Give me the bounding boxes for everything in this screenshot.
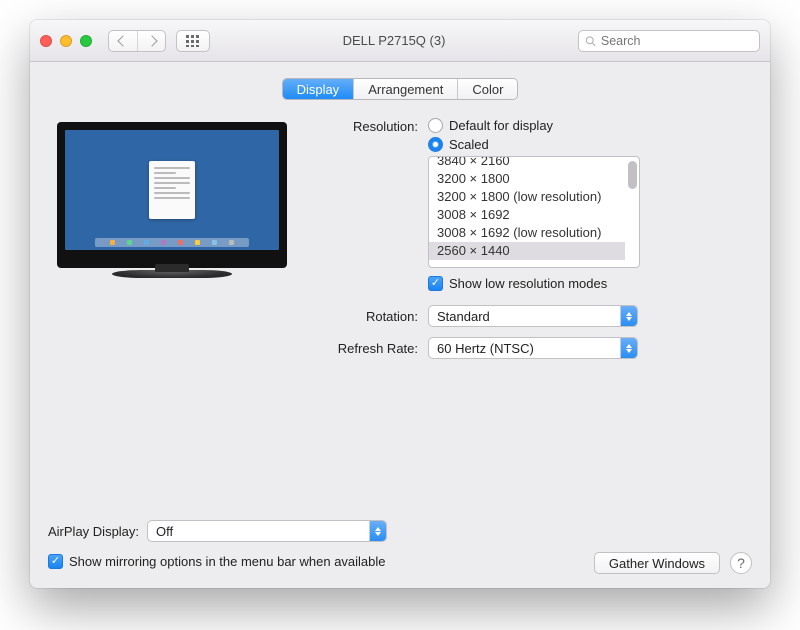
close-icon[interactable] [40, 35, 52, 47]
checkbox-icon: ✓ [428, 276, 443, 291]
zoom-icon[interactable] [80, 35, 92, 47]
back-button[interactable] [109, 31, 137, 51]
resolution-label: Resolution: [324, 118, 428, 134]
search-icon [585, 35, 596, 47]
minimize-icon[interactable] [60, 35, 72, 47]
resolution-option[interactable]: 3200 × 1800 (low resolution) [429, 188, 625, 206]
resolution-option[interactable]: 3840 × 2160 [429, 156, 625, 170]
nav-buttons [108, 30, 166, 52]
resolution-default-radio[interactable]: Default for display [428, 118, 752, 133]
dock-icon [95, 238, 249, 247]
stepper-icon [369, 521, 386, 541]
stepper-icon [620, 338, 637, 358]
window-title: DELL P2715Q (3) [220, 33, 568, 48]
checkbox-label: Show mirroring options in the menu bar w… [69, 554, 386, 569]
radio-icon [428, 118, 443, 133]
document-icon [149, 161, 195, 219]
rotation-select[interactable]: Standard [428, 305, 638, 327]
checkbox-label: Show low resolution modes [449, 276, 607, 291]
airplay-select[interactable]: Off [147, 520, 387, 542]
stepper-icon [620, 306, 637, 326]
select-value: Off [156, 524, 173, 539]
radio-icon [428, 137, 443, 152]
radio-label: Default for display [449, 118, 553, 133]
tab-arrangement[interactable]: Arrangement [353, 79, 457, 99]
resolution-scaled-radio[interactable]: Scaled [428, 137, 752, 152]
resolution-option[interactable]: 3200 × 1800 [429, 170, 625, 188]
refresh-rate-label: Refresh Rate: [324, 340, 428, 356]
checkbox-icon: ✓ [48, 554, 63, 569]
search-field[interactable] [578, 30, 760, 52]
rotation-label: Rotation: [324, 308, 428, 324]
titlebar: DELL P2715Q (3) [30, 20, 770, 62]
help-button[interactable]: ? [730, 552, 752, 574]
scrollbar[interactable] [628, 161, 637, 263]
tab-display[interactable]: Display [283, 79, 354, 99]
tab-bar: Display Arrangement Color [48, 78, 752, 100]
resolution-option[interactable]: 2560 × 1440 [429, 242, 625, 260]
radio-label: Scaled [449, 137, 489, 152]
select-value: Standard [437, 309, 490, 324]
grid-icon [186, 35, 200, 47]
window-controls [40, 35, 92, 47]
resolution-option[interactable]: 3008 × 1692 [429, 206, 625, 224]
mirroring-checkbox[interactable]: ✓ Show mirroring options in the menu bar… [48, 554, 386, 569]
show-all-button[interactable] [176, 30, 210, 52]
select-value: 60 Hertz (NTSC) [437, 341, 534, 356]
resolution-listbox[interactable]: 3840 × 21603200 × 18003200 × 1800 (low r… [428, 156, 640, 268]
search-input[interactable] [601, 34, 753, 48]
resolution-option[interactable]: 3008 × 1692 (low resolution) [429, 224, 625, 242]
show-low-res-checkbox[interactable]: ✓ Show low resolution modes [428, 276, 752, 291]
gather-windows-button[interactable]: Gather Windows [594, 552, 720, 574]
preferences-window: DELL P2715Q (3) Display Arrangement Colo… [30, 20, 770, 588]
refresh-rate-select[interactable]: 60 Hertz (NTSC) [428, 337, 638, 359]
forward-button[interactable] [137, 31, 165, 51]
monitor-preview [57, 122, 287, 369]
tab-color[interactable]: Color [457, 79, 517, 99]
airplay-label: AirPlay Display: [48, 524, 139, 539]
